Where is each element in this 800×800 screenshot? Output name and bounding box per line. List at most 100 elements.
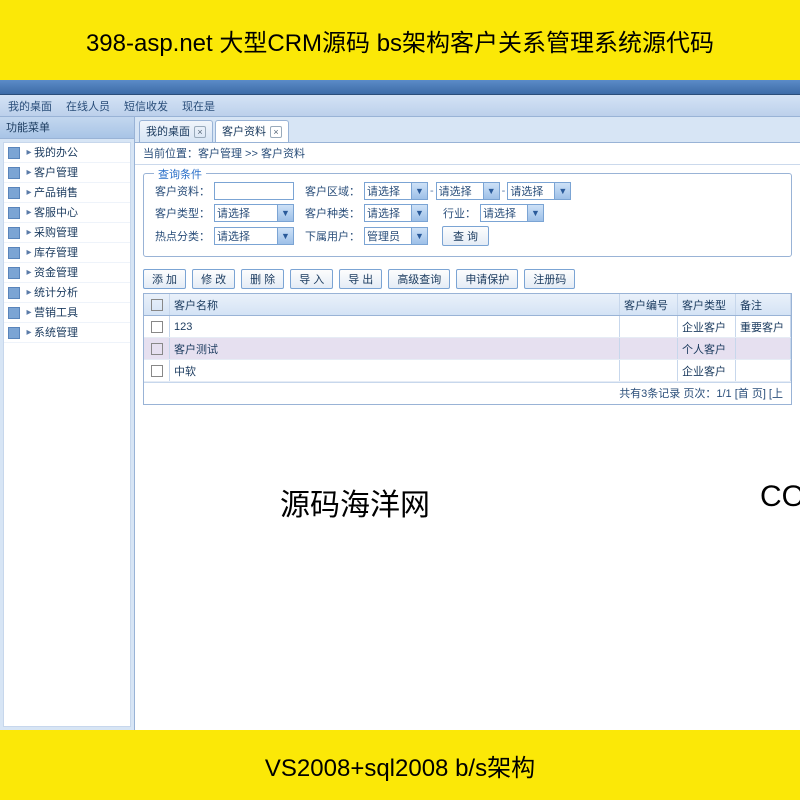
label-industry: 行业： <box>436 205 476 221</box>
chevron-down-icon: ▼ <box>277 228 293 244</box>
select-region-1[interactable]: 请选择▼ <box>364 182 428 200</box>
data-grid: 客户名称 客户编号 客户类型 备注 123 企业客户 重要客户 客户测试 个人客 <box>143 293 792 405</box>
col-name[interactable]: 客户名称 <box>170 294 620 315</box>
grid-header: 客户名称 客户编号 客户类型 备注 <box>144 294 791 316</box>
sidebar-item-service[interactable]: ▸客服中心 <box>4 203 130 223</box>
select-type[interactable]: 请选择▼ <box>214 204 294 222</box>
toolbar-online[interactable]: 在线人员 <box>66 98 110 114</box>
toolbar-now: 现在是 <box>182 98 215 114</box>
select-kind[interactable]: 请选择▼ <box>364 204 428 222</box>
top-banner: 398-asp.net 大型CRM源码 bs架构客户关系管理系统源代码 <box>0 0 800 80</box>
row-checkbox[interactable] <box>151 343 163 355</box>
tab-customer[interactable]: 客户资料× <box>215 120 289 142</box>
sidebar-item-label: 库存管理 <box>34 243 78 263</box>
select-region-3[interactable]: 请选择▼ <box>507 182 571 200</box>
protect-button[interactable]: 申请保护 <box>456 269 518 289</box>
cell-remark: 重要客户 <box>736 316 791 337</box>
label-hot: 热点分类： <box>152 228 210 244</box>
row-checkbox[interactable] <box>151 321 163 333</box>
table-row[interactable]: 123 企业客户 重要客户 <box>144 316 791 338</box>
sidebar: 功能菜单 ▸我的办公 ▸客户管理 ▸产品销售 ▸客服中心 ▸采购管理 ▸库存管理… <box>0 117 135 730</box>
col-remark[interactable]: 备注 <box>736 294 791 315</box>
chevron-right-icon: ▸ <box>24 183 34 203</box>
sidebar-item-label: 统计分析 <box>34 283 78 303</box>
chevron-down-icon: ▼ <box>527 205 543 221</box>
chevron-right-icon: ▸ <box>24 203 34 223</box>
edit-button[interactable]: 修 改 <box>192 269 235 289</box>
tab-label: 我的桌面 <box>146 121 190 143</box>
label-region: 客户区域： <box>302 183 360 199</box>
sidebar-item-marketing[interactable]: ▸营销工具 <box>4 303 130 323</box>
sidebar-item-office[interactable]: ▸我的办公 <box>4 143 130 163</box>
breadcrumb: 当前位置：客户管理 >> 客户资料 <box>135 143 800 165</box>
folder-icon <box>8 187 20 199</box>
delete-button[interactable]: 删 除 <box>241 269 284 289</box>
cell-remark <box>736 338 791 359</box>
sidebar-item-label: 我的办公 <box>34 143 78 163</box>
sidebar-item-funds[interactable]: ▸资金管理 <box>4 263 130 283</box>
checkbox-all[interactable] <box>151 299 163 311</box>
folder-icon <box>8 207 20 219</box>
chevron-right-icon: ▸ <box>24 263 34 283</box>
chevron-right-icon: ▸ <box>24 143 34 163</box>
cell-type: 企业客户 <box>678 316 736 337</box>
sidebar-title: 功能菜单 <box>0 117 134 139</box>
tab-bar: 我的桌面 × 客户资料× <box>135 117 800 143</box>
cell-remark <box>736 360 791 381</box>
col-id[interactable]: 客户编号 <box>620 294 678 315</box>
cell-name: 中软 <box>170 360 620 381</box>
sidebar-item-customer[interactable]: ▸客户管理 <box>4 163 130 183</box>
row-checkbox[interactable] <box>151 365 163 377</box>
label-customer-info: 客户资料： <box>152 183 210 199</box>
select-sub[interactable]: 管理员▼ <box>364 227 428 245</box>
chevron-down-icon: ▼ <box>411 228 427 244</box>
sidebar-item-purchase[interactable]: ▸采购管理 <box>4 223 130 243</box>
tab-desktop[interactable]: 我的桌面 × <box>139 120 213 142</box>
cell-type: 企业客户 <box>678 360 736 381</box>
close-icon[interactable]: × <box>270 126 282 138</box>
chevron-right-icon: ▸ <box>24 303 34 323</box>
cell-name: 123 <box>170 316 620 337</box>
sidebar-list: ▸我的办公 ▸客户管理 ▸产品销售 ▸客服中心 ▸采购管理 ▸库存管理 ▸资金管… <box>3 142 131 727</box>
close-icon[interactable]: × <box>194 126 206 138</box>
col-type[interactable]: 客户类型 <box>678 294 736 315</box>
folder-icon <box>8 227 20 239</box>
sidebar-item-label: 采购管理 <box>34 223 78 243</box>
toolbar-desktop[interactable]: 我的桌面 <box>8 98 52 114</box>
pager[interactable]: 共有3条记录 页次：1/1 [首 页] [上 <box>144 382 791 404</box>
sidebar-item-label: 营销工具 <box>34 303 78 323</box>
query-legend: 查询条件 <box>154 166 206 182</box>
cell-type: 个人客户 <box>678 338 736 359</box>
sidebar-item-stats[interactable]: ▸统计分析 <box>4 283 130 303</box>
chevron-right-icon: ▸ <box>24 323 34 343</box>
chevron-right-icon: ▸ <box>24 163 34 183</box>
toolbar-sms[interactable]: 短信收发 <box>124 98 168 114</box>
register-button[interactable]: 注册码 <box>524 269 575 289</box>
cell-id <box>620 316 678 337</box>
table-row[interactable]: 中软 企业客户 <box>144 360 791 382</box>
label-kind: 客户种类： <box>302 205 360 221</box>
select-region-2[interactable]: 请选择▼ <box>436 182 500 200</box>
chevron-down-icon: ▼ <box>411 183 427 199</box>
action-toolbar: 添 加 修 改 删 除 导 入 导 出 高级查询 申请保护 注册码 <box>143 269 792 289</box>
sidebar-item-label: 客服中心 <box>34 203 78 223</box>
import-button[interactable]: 导 入 <box>290 269 333 289</box>
input-customer-info[interactable] <box>214 182 294 200</box>
sidebar-item-stock[interactable]: ▸库存管理 <box>4 243 130 263</box>
folder-icon <box>8 327 20 339</box>
sidebar-item-label: 产品销售 <box>34 183 78 203</box>
select-hot[interactable]: 请选择▼ <box>214 227 294 245</box>
chevron-down-icon: ▼ <box>554 183 570 199</box>
select-industry[interactable]: 请选择▼ <box>480 204 544 222</box>
chevron-right-icon: ▸ <box>24 223 34 243</box>
sidebar-item-sales[interactable]: ▸产品销售 <box>4 183 130 203</box>
query-button[interactable]: 查 询 <box>442 226 489 246</box>
folder-icon <box>8 247 20 259</box>
add-button[interactable]: 添 加 <box>143 269 186 289</box>
advanced-query-button[interactable]: 高级查询 <box>388 269 450 289</box>
sidebar-item-system[interactable]: ▸系统管理 <box>4 323 130 343</box>
table-row[interactable]: 客户测试 个人客户 <box>144 338 791 360</box>
export-button[interactable]: 导 出 <box>339 269 382 289</box>
app-toolbar: 我的桌面 在线人员 短信收发 现在是 <box>0 95 800 117</box>
label-type: 客户类型： <box>152 205 210 221</box>
